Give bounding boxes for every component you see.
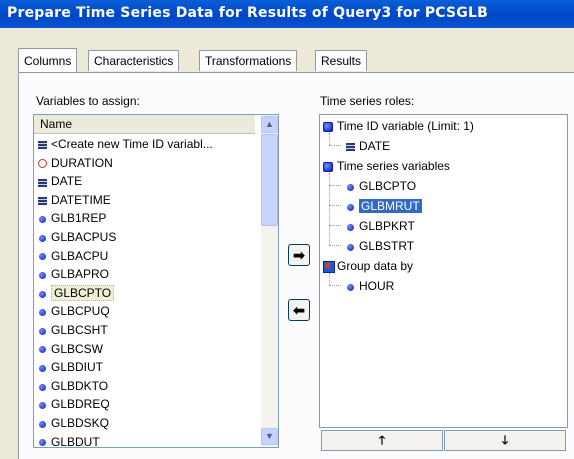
- move-up-button[interactable]: 🡑: [321, 430, 443, 451]
- numeric-dot-icon: [37, 379, 47, 397]
- numeric-dot-icon: [37, 249, 47, 267]
- tab-transformations[interactable]: Transformations: [199, 50, 298, 71]
- numeric-dot-icon: [37, 304, 47, 322]
- table-icon: [345, 139, 355, 157]
- variable-list-item[interactable]: GLBDKTO: [37, 377, 108, 395]
- role-icon: [323, 119, 333, 137]
- numeric-dot-icon: [345, 239, 355, 257]
- numeric-dot-icon: [345, 199, 355, 217]
- variable-list-item[interactable]: <Create new Time ID variabl...: [37, 135, 213, 153]
- remove-variable-button[interactable]: ⬅: [288, 299, 310, 321]
- time-series-roles-tree[interactable]: Time ID variable (Limit: 1) DATE Time se…: [319, 114, 568, 428]
- variable-list-item[interactable]: DATE: [37, 172, 82, 190]
- variable-list-item[interactable]: GLB1REP: [37, 209, 106, 227]
- variable-list-item[interactable]: GLBDUT: [37, 433, 100, 447]
- tab-columns[interactable]: Columns: [18, 48, 78, 72]
- variables-listbox[interactable]: Name <Create new Time ID variabl... DURAT…: [33, 114, 279, 448]
- time-series-variables-node[interactable]: Time series variables: [323, 157, 450, 175]
- variables-scrollbar[interactable]: ▲ ▼: [261, 115, 278, 447]
- numeric-dot-icon: [37, 397, 47, 415]
- time-series-roles-label: Time series roles:: [320, 94, 415, 108]
- scroll-up-button[interactable]: ▲: [261, 116, 278, 133]
- variable-list-item[interactable]: DURATION: [37, 154, 113, 172]
- variable-list-item[interactable]: GLBDSKQ: [37, 414, 109, 432]
- time-id-item-date[interactable]: DATE: [345, 137, 390, 155]
- variable-list-item[interactable]: GLBACPUS: [37, 228, 116, 246]
- add-variable-button[interactable]: ➡: [288, 244, 310, 266]
- group-item-hour[interactable]: HOUR: [345, 277, 394, 295]
- ts-item-selected[interactable]: GLBMRUT: [345, 197, 422, 215]
- numeric-dot-icon: [37, 230, 47, 248]
- table-icon: [37, 174, 47, 192]
- variable-list-item[interactable]: GLBCPTO: [37, 284, 115, 304]
- variable-list-item[interactable]: GLBCSHT: [37, 321, 108, 339]
- name-column-header[interactable]: Name: [34, 115, 255, 134]
- ts-item[interactable]: GLBCPTO: [345, 177, 416, 195]
- variable-list-item[interactable]: GLBACPU: [37, 247, 108, 265]
- table-icon: [37, 193, 47, 211]
- variable-list-item[interactable]: GLBCPUQ: [37, 302, 110, 320]
- numeric-dot-icon: [37, 342, 47, 360]
- numeric-dot-icon: [37, 267, 47, 285]
- variable-list-item[interactable]: DATETIME: [37, 191, 111, 209]
- tab-characteristics[interactable]: Characteristics: [88, 50, 180, 71]
- variable-list-item[interactable]: GLBDIUT: [37, 358, 103, 376]
- numeric-dot-icon: [345, 219, 355, 237]
- group-icon: [323, 259, 335, 277]
- numeric-dot-icon: [345, 179, 355, 197]
- title-bar: Prepare Time Series Data for Results of …: [0, 0, 574, 28]
- numeric-dot-icon: [37, 286, 47, 304]
- tab-results[interactable]: Results: [315, 50, 368, 71]
- ts-item[interactable]: GLBSTRT: [345, 237, 414, 255]
- variable-list-item[interactable]: GLBCSW: [37, 340, 103, 358]
- numeric-dot-icon: [345, 279, 355, 297]
- move-down-button[interactable]: 🡓: [444, 430, 566, 451]
- clock-icon: [37, 156, 47, 174]
- scroll-thumb[interactable]: [261, 134, 278, 226]
- group-data-by-node[interactable]: Group data by: [323, 257, 413, 275]
- numeric-dot-icon: [37, 416, 47, 434]
- role-icon: [323, 159, 333, 177]
- variables-to-assign-label: Variables to assign:: [36, 94, 140, 108]
- numeric-dot-icon: [37, 323, 47, 341]
- variable-list-item[interactable]: GLBDREQ: [37, 395, 110, 413]
- time-id-variable-node[interactable]: Time ID variable (Limit: 1): [323, 117, 474, 135]
- numeric-dot-icon: [37, 435, 47, 447]
- ts-item[interactable]: GLBPKRT: [345, 217, 415, 235]
- window-title: Prepare Time Series Data for Results of …: [7, 5, 488, 21]
- table-icon: [37, 137, 47, 155]
- variable-list-item[interactable]: GLBAPRO: [37, 265, 109, 283]
- numeric-dot-icon: [37, 211, 47, 229]
- scroll-down-button[interactable]: ▼: [261, 428, 278, 445]
- numeric-dot-icon: [37, 360, 47, 378]
